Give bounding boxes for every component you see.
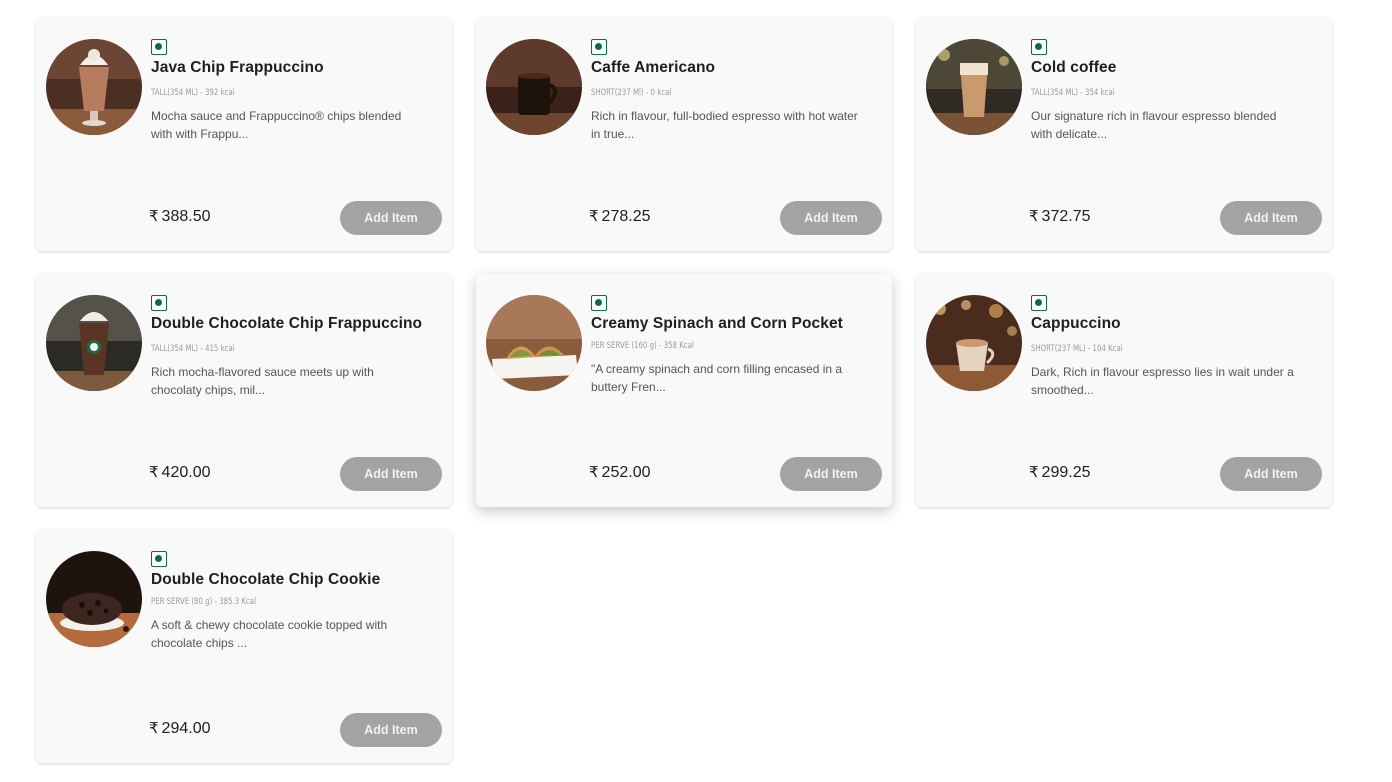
product-price: ₹294.00 (149, 719, 210, 738)
product-card[interactable]: Creamy Spinach and Corn Pocket PER SERVE… (476, 274, 892, 507)
product-price: ₹372.75 (1029, 207, 1090, 226)
product-meta: TALL(354 ML) - 392 kcal (151, 88, 235, 98)
product-description: Our signature rich in flavour espresso b… (1031, 109, 1277, 141)
product-card[interactable]: Double Chocolate Chip Frappuccino TALL(3… (36, 274, 452, 507)
product-description: Dark, Rich in flavour espresso lies in w… (1031, 365, 1294, 397)
product-name: Java Chip Frappuccino (151, 59, 324, 76)
product-meta: TALL(354 ML) - 415 kcal (151, 344, 235, 354)
product-price: ₹388.50 (149, 207, 210, 226)
rupee-icon: ₹ (589, 208, 599, 225)
product-name: Cappuccino (1031, 315, 1121, 332)
rupee-icon: ₹ (149, 720, 159, 737)
product-image-java-chip-frappuccino[interactable] (46, 39, 142, 135)
veg-indicator-icon (151, 295, 167, 311)
product-meta: SHORT(237 ML) - 104 Kcal (1031, 344, 1123, 354)
product-card[interactable]: Java Chip Frappuccino TALL(354 ML) - 392… (36, 18, 452, 251)
product-image-double-chocolate-chip-frappuccino[interactable] (46, 295, 142, 391)
veg-indicator-icon (1031, 39, 1047, 55)
product-name: Double Chocolate Chip Cookie (151, 571, 381, 588)
product-meta: PER SERVE (160 g) - 358 Kcal (591, 341, 694, 351)
product-description: Mocha sauce and Frappuccino® chips blend… (151, 109, 402, 141)
product-image-cappuccino[interactable] (926, 295, 1022, 391)
add-item-button[interactable]: Add Item (1220, 201, 1322, 235)
product-description: Rich in flavour, full-bodied espresso wi… (591, 109, 858, 141)
product-image-cold-coffee[interactable] (926, 39, 1022, 135)
product-name: Double Chocolate Chip Frappuccino (151, 315, 423, 332)
veg-indicator-icon (591, 295, 607, 311)
product-grid: Java Chip Frappuccino TALL(354 ML) - 392… (36, 18, 1332, 763)
product-meta: TALL(354 ML) - 354 kcal (1031, 88, 1115, 98)
product-description: Rich mocha-flavored sauce meets up with … (151, 365, 374, 397)
price-value: 420.00 (161, 464, 211, 481)
rupee-icon: ₹ (149, 208, 159, 225)
price-value: 278.25 (601, 208, 651, 225)
veg-indicator-icon (1031, 295, 1047, 311)
add-item-button[interactable]: Add Item (340, 457, 442, 491)
price-value: 388.50 (161, 208, 211, 225)
veg-indicator-icon (151, 39, 167, 55)
product-price: ₹252.00 (589, 463, 650, 482)
price-value: 294.00 (161, 720, 211, 737)
product-card[interactable]: Cappuccino SHORT(237 ML) - 104 Kcal Dark… (916, 274, 1332, 507)
product-price: ₹299.25 (1029, 463, 1090, 482)
product-image-double-chocolate-chip-cookie[interactable] (46, 551, 142, 647)
product-image-creamy-spinach-corn-pocket[interactable] (486, 295, 582, 391)
add-item-button[interactable]: Add Item (340, 201, 442, 235)
rupee-icon: ₹ (589, 464, 599, 481)
product-card[interactable]: Double Chocolate Chip Cookie PER SERVE (… (36, 530, 452, 763)
product-image-caffe-americano[interactable] (486, 39, 582, 135)
add-item-button[interactable]: Add Item (780, 457, 882, 491)
product-name: Cold coffee (1031, 59, 1117, 76)
rupee-icon: ₹ (149, 464, 159, 481)
price-value: 372.75 (1041, 208, 1091, 225)
rupee-icon: ₹ (1029, 464, 1039, 481)
product-name: Caffe Americano (591, 59, 716, 76)
veg-indicator-icon (591, 39, 607, 55)
product-meta: SHORT(237 Ml) - 0 kcal (591, 88, 672, 98)
rupee-icon: ₹ (1029, 208, 1039, 225)
add-item-button[interactable]: Add Item (1220, 457, 1322, 491)
product-price: ₹278.25 (589, 207, 650, 226)
veg-indicator-icon (151, 551, 167, 567)
price-value: 299.25 (1041, 464, 1091, 481)
product-description: "A creamy spinach and corn filling encas… (591, 362, 843, 394)
add-item-button[interactable]: Add Item (780, 201, 882, 235)
product-meta: PER SERVE (80 g) - 385.3 Kcal (151, 597, 257, 607)
product-name: Creamy Spinach and Corn Pocket (591, 315, 843, 332)
product-card[interactable]: Cold coffee TALL(354 ML) - 354 kcal Our … (916, 18, 1332, 251)
product-card[interactable]: Caffe Americano SHORT(237 Ml) - 0 kcal R… (476, 18, 892, 251)
add-item-button[interactable]: Add Item (340, 713, 442, 747)
product-description: A soft & chewy chocolate cookie topped w… (151, 618, 388, 650)
price-value: 252.00 (601, 464, 651, 481)
product-price: ₹420.00 (149, 463, 210, 482)
